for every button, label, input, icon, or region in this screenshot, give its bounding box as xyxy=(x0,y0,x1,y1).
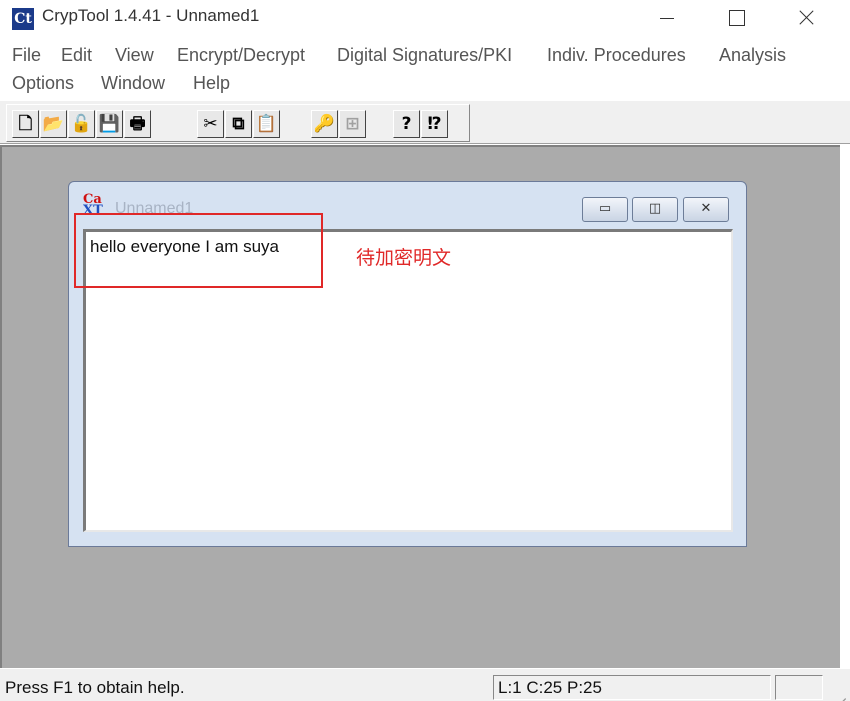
menu-file[interactable]: File xyxy=(12,45,41,66)
properties-icon[interactable]: ⊞ xyxy=(339,110,366,138)
child-restore-button[interactable]: ◫ xyxy=(632,197,678,222)
open-folder-icon[interactable]: 📂 xyxy=(40,110,67,138)
menu-indiv-procedures[interactable]: Indiv. Procedures xyxy=(547,45,686,66)
menu-bar: File Edit View Encrypt/Decrypt Digital S… xyxy=(0,40,850,98)
toolbar-group: 🗋 📂 🔓 💾 🖶 ✂ ⧉ 📋 🔑 ⊞ ? ⁉ xyxy=(6,104,470,142)
app-icon[interactable]: Ct xyxy=(12,8,34,30)
annotation-highlight-box xyxy=(74,213,323,288)
help-icon[interactable]: ? xyxy=(393,110,420,138)
new-file-icon[interactable]: 🗋 xyxy=(12,110,39,138)
resize-grip-icon[interactable] xyxy=(826,679,846,701)
status-extra-pane xyxy=(775,675,823,700)
menu-digital-signatures[interactable]: Digital Signatures/PKI xyxy=(337,45,512,66)
close-button[interactable] xyxy=(775,0,837,36)
menu-analysis[interactable]: Analysis xyxy=(719,45,786,66)
child-close-button[interactable]: ✕ xyxy=(683,197,729,222)
menu-encrypt-decrypt[interactable]: Encrypt/Decrypt xyxy=(177,45,305,66)
open-unlock-icon[interactable]: 🔓 xyxy=(68,110,95,138)
print-icon[interactable]: 🖶 xyxy=(124,110,151,138)
paste-icon[interactable]: 📋 xyxy=(253,110,280,138)
annotation-label: 待加密明文 xyxy=(356,247,452,269)
save-icon[interactable]: 💾 xyxy=(96,110,123,138)
window-title: CrypTool 1.4.41 - Unnamed1 xyxy=(42,6,260,25)
status-bar: Press F1 to obtain help. L:1 C:25 P:25 xyxy=(0,668,850,701)
workspace-edge xyxy=(840,145,850,668)
status-cursor-position: L:1 C:25 P:25 xyxy=(493,675,771,700)
maximize-button[interactable] xyxy=(705,0,767,36)
minimize-button[interactable] xyxy=(640,0,702,36)
menu-options[interactable]: Options xyxy=(12,73,74,94)
menu-view[interactable]: View xyxy=(115,45,154,66)
menu-edit[interactable]: Edit xyxy=(61,45,92,66)
title-bar: Ct CrypTool 1.4.41 - Unnamed1 xyxy=(0,0,850,38)
copy-icon[interactable]: ⧉ xyxy=(225,110,252,138)
status-help-text: Press F1 to obtain help. xyxy=(5,678,185,697)
toolbar: 🗋 📂 🔓 💾 🖶 ✂ ⧉ 📋 🔑 ⊞ ? ⁉ xyxy=(0,100,850,144)
menu-help[interactable]: Help xyxy=(193,73,230,94)
key-icon[interactable]: 🔑 xyxy=(311,110,338,138)
child-minimize-button[interactable]: ▭ xyxy=(582,197,628,222)
menu-window[interactable]: Window xyxy=(101,73,165,94)
cut-icon[interactable]: ✂ xyxy=(197,110,224,138)
context-help-icon[interactable]: ⁉ xyxy=(421,110,448,138)
